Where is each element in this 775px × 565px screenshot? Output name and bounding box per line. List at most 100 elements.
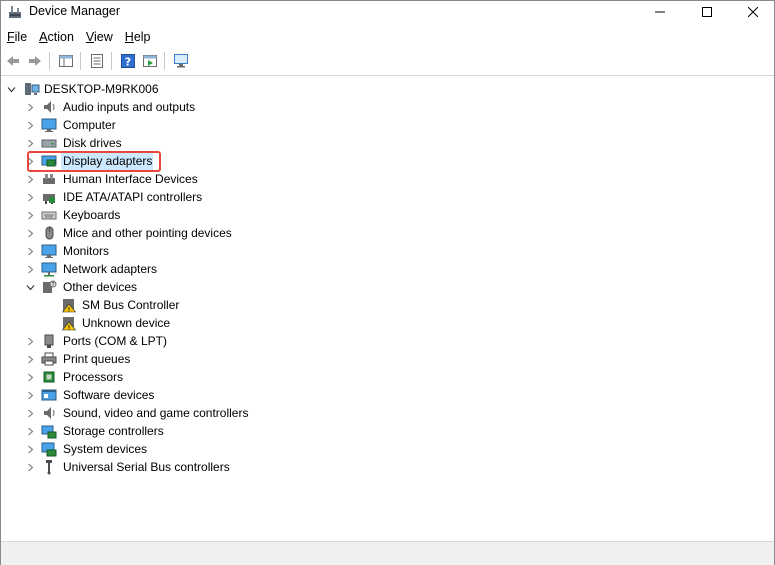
menu-view[interactable]: View: [80, 27, 119, 47]
tree-category-software-devices[interactable]: Software devices: [1, 386, 774, 404]
expand-chevron-icon[interactable]: [26, 445, 35, 454]
collapse-chevron-icon[interactable]: [7, 85, 16, 94]
svg-text:?: ?: [52, 282, 55, 288]
hid-icon: [41, 171, 57, 187]
expand-chevron-icon[interactable]: [26, 427, 35, 436]
tree-item-label: DESKTOP-M9RK006: [44, 82, 159, 96]
expand-chevron-icon[interactable]: [26, 463, 35, 472]
tree-item-label: Other devices: [63, 280, 138, 294]
forward-icon: [29, 56, 41, 66]
tree-root[interactable]: DESKTOP-M9RK006: [1, 80, 774, 98]
tree-category-print-queues[interactable]: Print queues: [1, 350, 774, 368]
toolbar-separator: [164, 52, 165, 70]
expand-chevron-icon[interactable]: [26, 229, 35, 238]
expand-chevron-icon[interactable]: [26, 193, 35, 202]
tree-category-other-devices[interactable]: ? Other devices: [1, 278, 774, 296]
expand-chevron-icon[interactable]: [26, 391, 35, 400]
scan-hardware-icon: [174, 54, 188, 68]
status-bar: [1, 541, 774, 565]
expand-chevron-icon[interactable]: [26, 265, 35, 274]
tree-category-audio-inputs-and-outputs[interactable]: Audio inputs and outputs: [1, 98, 774, 116]
menu-bar: File Action View Help: [1, 27, 157, 47]
maximize-button[interactable]: [684, 1, 730, 23]
system-devices-icon: [41, 441, 57, 457]
expand-chevron-icon[interactable]: [26, 139, 35, 148]
tree-category-system-devices[interactable]: System devices: [1, 440, 774, 458]
menu-action[interactable]: Action: [33, 27, 80, 47]
expand-chevron-icon[interactable]: [26, 211, 35, 220]
tree-category-processors[interactable]: Processors: [1, 368, 774, 386]
monitor-icon: [41, 117, 57, 133]
tree-category-universal-serial-bus-controllers[interactable]: Universal Serial Bus controllers: [1, 458, 774, 476]
forward-button[interactable]: [25, 51, 45, 71]
tree-item-label: Disk drives: [63, 136, 122, 150]
close-icon: [748, 7, 758, 17]
back-button[interactable]: [3, 51, 23, 71]
tree-category-ports-com-lpt[interactable]: Ports (COM & LPT): [1, 332, 774, 350]
expand-chevron-icon[interactable]: [26, 121, 35, 130]
tree-device-unknown-device[interactable]: ! Unknown device: [1, 314, 774, 332]
close-button[interactable]: [730, 1, 775, 23]
tree-item-label: IDE ATA/ATAPI controllers: [63, 190, 203, 204]
mouse-icon: [41, 225, 57, 241]
tree-category-sound-video-and-game-controllers[interactable]: Sound, video and game controllers: [1, 404, 774, 422]
expand-chevron-icon[interactable]: [26, 247, 35, 256]
tree-item-label: Ports (COM & LPT): [63, 334, 168, 348]
expand-chevron-icon[interactable]: [26, 175, 35, 184]
tree-item-label: Software devices: [63, 388, 155, 402]
printer-icon: [41, 351, 57, 367]
back-icon: [7, 56, 19, 66]
minimize-button[interactable]: [637, 1, 683, 23]
update-driver-button[interactable]: [140, 51, 160, 71]
expand-chevron-icon[interactable]: [26, 103, 35, 112]
expand-chevron-icon[interactable]: [26, 373, 35, 382]
tree-category-disk-drives[interactable]: Disk drives: [1, 134, 774, 152]
toolbar-separator: [80, 52, 81, 70]
monitor-icon: [41, 243, 57, 259]
title-bar[interactable]: Device Manager: [1, 1, 774, 23]
display-adapter-icon: [41, 153, 57, 169]
tree-item-label: Computer: [63, 118, 116, 132]
menu-help[interactable]: Help: [119, 27, 157, 47]
window-title: Device Manager: [29, 4, 121, 18]
toolbar: ?: [1, 49, 774, 73]
tree-category-computer[interactable]: Computer: [1, 116, 774, 134]
expand-chevron-icon[interactable]: [26, 157, 35, 166]
maximize-icon: [702, 7, 712, 17]
collapse-chevron-icon[interactable]: [26, 283, 35, 292]
tree-device-sm-bus-controller[interactable]: ! SM Bus Controller: [1, 296, 774, 314]
other-devices-icon: ?: [41, 279, 57, 295]
help-button[interactable]: ?: [118, 51, 138, 71]
tree-item-label: Display adapters: [63, 154, 153, 168]
tree-category-ide-ata-atapi-controllers[interactable]: IDE ATA/ATAPI controllers: [1, 188, 774, 206]
tree-category-storage-controllers[interactable]: Storage controllers: [1, 422, 774, 440]
device-manager-window: Device Manager File Action View Help ? D…: [0, 0, 775, 565]
tree-category-monitors[interactable]: Monitors: [1, 242, 774, 260]
expand-chevron-icon[interactable]: [26, 409, 35, 418]
expand-chevron-icon[interactable]: [26, 337, 35, 346]
tree-category-keyboards[interactable]: Keyboards: [1, 206, 774, 224]
warning-device-icon: !: [61, 315, 77, 331]
show-hide-console-tree-icon: [59, 55, 73, 67]
expand-chevron-icon[interactable]: [26, 355, 35, 364]
tree-category-network-adapters[interactable]: Network adapters: [1, 260, 774, 278]
show-hide-console-tree-button[interactable]: [56, 51, 76, 71]
scan-hardware-button[interactable]: [171, 51, 191, 71]
computer-root-icon: [24, 81, 40, 97]
menu-file[interactable]: File: [1, 27, 33, 47]
tree-item-label: Keyboards: [63, 208, 121, 222]
ide-controller-icon: [41, 189, 57, 205]
minimize-icon: [655, 11, 665, 13]
tree-category-mice-and-other-pointing-devices[interactable]: Mice and other pointing devices: [1, 224, 774, 242]
keyboard-icon: [41, 207, 57, 223]
processor-icon: [41, 369, 57, 385]
properties-button[interactable]: [87, 51, 107, 71]
tree-category-display-adapters[interactable]: Display adapters: [1, 152, 774, 170]
tree-item-label: Mice and other pointing devices: [63, 226, 232, 240]
tree-item-label: Storage controllers: [63, 424, 164, 438]
tree-category-human-interface-devices[interactable]: Human Interface Devices: [1, 170, 774, 188]
device-tree[interactable]: DESKTOP-M9RK006 Audio inputs and outputs C…: [1, 75, 774, 542]
update-driver-icon: [143, 55, 157, 67]
properties-icon: [91, 54, 103, 68]
tree-item-label: Universal Serial Bus controllers: [63, 460, 230, 474]
